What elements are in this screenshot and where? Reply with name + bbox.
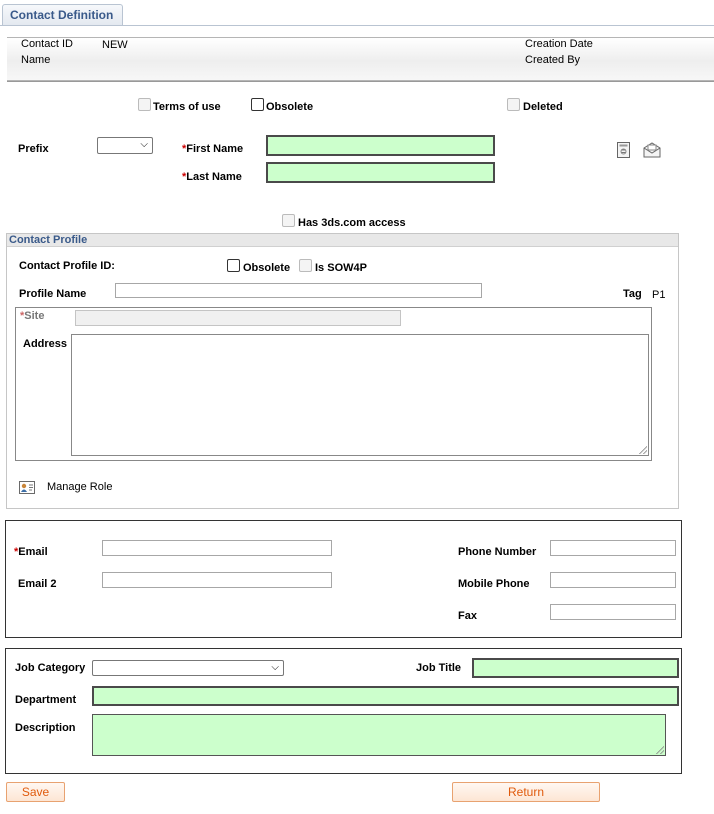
job-title-input[interactable]	[472, 658, 679, 678]
tab-label: Contact Definition	[10, 8, 114, 22]
has-3ds-access-checkbox[interactable]	[282, 214, 295, 227]
obsolete-label: Obsolete	[266, 101, 314, 113]
envelope-icon[interactable]	[643, 142, 661, 158]
deleted-label: Deleted	[523, 101, 563, 113]
terms-of-use-label: Terms of use	[153, 101, 221, 113]
site-text: Site	[24, 310, 45, 322]
contact-id-label: Contact ID	[21, 38, 73, 50]
phone-label: Phone Number	[458, 546, 537, 558]
fax-label: Fax	[458, 610, 477, 622]
save-button[interactable]: Save	[6, 782, 65, 802]
address-label: Address	[23, 338, 68, 350]
department-label: Department	[15, 694, 77, 706]
description-label: Description	[15, 722, 76, 734]
description-textarea[interactable]	[92, 714, 666, 756]
obsolete-checkbox[interactable]	[251, 98, 264, 111]
is-sow4p-label: Is SOW4P	[315, 262, 367, 274]
tab-underline	[0, 25, 714, 26]
tag-value: P1	[652, 289, 666, 301]
site-label: *Site	[20, 310, 44, 322]
resize-grip-icon[interactable]	[656, 746, 664, 754]
contact-profile-title: Contact Profile	[9, 234, 88, 246]
address-textarea[interactable]	[71, 334, 649, 456]
first-name-text: First Name	[186, 143, 244, 155]
contact-card-icon[interactable]	[19, 481, 35, 494]
email2-input[interactable]	[102, 572, 332, 588]
phone-input[interactable]	[550, 540, 676, 556]
created-by-label: Created By	[525, 54, 581, 66]
job-category-select[interactable]: ⌵	[92, 660, 284, 676]
tag-label: Tag	[623, 288, 642, 300]
chevron-down-icon: ⌵	[271, 662, 279, 673]
deleted-checkbox[interactable]	[507, 98, 520, 111]
mobile-label: Mobile Phone	[458, 578, 530, 590]
job-category-label: Job Category	[15, 662, 86, 674]
last-name-text: Last Name	[186, 171, 242, 183]
contact-profile-header	[7, 234, 678, 247]
name-label: Name	[21, 54, 51, 66]
job-title-label: Job Title	[416, 662, 462, 674]
profile-obsolete-checkbox[interactable]	[227, 259, 240, 272]
profile-id-label: Contact Profile ID:	[19, 260, 115, 272]
resize-grip-icon[interactable]	[639, 446, 647, 454]
creation-date-label: Creation Date	[525, 38, 593, 50]
first-name-input[interactable]	[266, 135, 495, 156]
last-name-input[interactable]	[266, 162, 495, 183]
profile-obsolete-label: Obsolete	[243, 262, 291, 274]
chevron-down-icon: ⌵	[140, 139, 148, 150]
mobile-input[interactable]	[550, 572, 676, 588]
profile-name-label: Profile Name	[19, 288, 87, 300]
email-text: Email	[18, 546, 48, 558]
header-divider	[7, 81, 714, 82]
return-button[interactable]: Return	[452, 782, 600, 802]
first-name-label: *First Name	[182, 143, 243, 155]
email-input[interactable]	[102, 540, 332, 556]
profile-name-input[interactable]	[115, 283, 482, 298]
last-name-label: *Last Name	[182, 171, 242, 183]
tab-contact-definition[interactable]: Contact Definition	[2, 4, 123, 25]
email-label: *Email	[14, 546, 48, 558]
manage-role-link[interactable]: Manage Role	[47, 481, 112, 493]
contact-id-value: NEW	[102, 39, 128, 51]
fax-input[interactable]	[550, 604, 676, 620]
prefix-select[interactable]: ⌵	[97, 137, 153, 154]
document-icon[interactable]	[617, 142, 630, 158]
has-3ds-access-label: Has 3ds.com access	[298, 217, 406, 229]
department-input[interactable]	[92, 686, 679, 706]
site-input[interactable]	[75, 310, 401, 326]
prefix-label: Prefix	[18, 143, 49, 155]
terms-of-use-checkbox[interactable]	[138, 98, 151, 111]
email2-label: Email 2	[18, 578, 57, 590]
is-sow4p-checkbox[interactable]	[299, 259, 312, 272]
